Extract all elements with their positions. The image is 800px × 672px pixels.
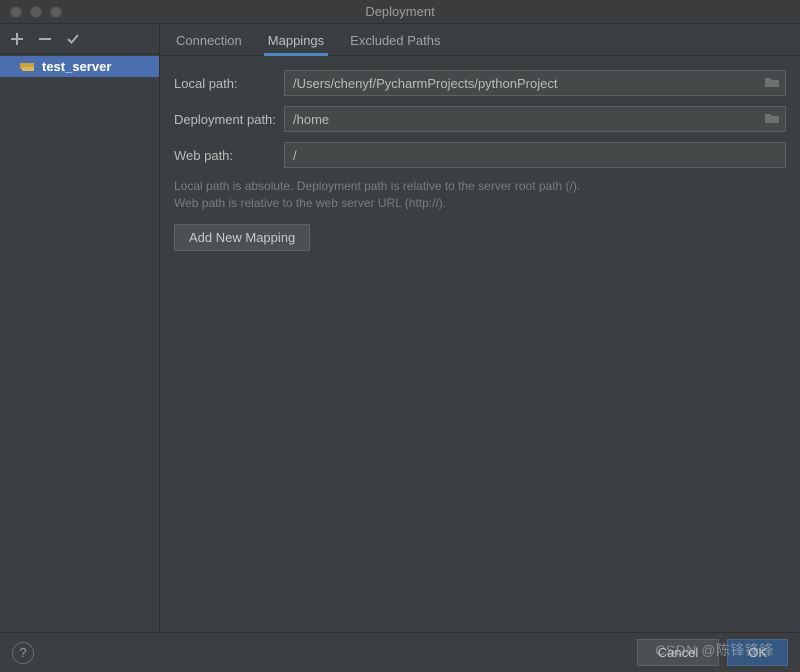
tab-mappings[interactable]: Mappings: [266, 25, 326, 55]
server-type-icon: [20, 61, 36, 73]
folder-icon[interactable]: [764, 111, 780, 128]
zoom-window-icon[interactable]: [50, 6, 62, 18]
server-item-label: test_server: [42, 59, 111, 74]
help-button[interactable]: ?: [12, 642, 34, 664]
titlebar: Deployment: [0, 0, 800, 24]
mappings-panel: Local path: Deployment path:: [160, 56, 800, 632]
hint-text: Local path is absolute. Deployment path …: [174, 178, 786, 212]
field-row-web-path: Web path:: [174, 142, 786, 168]
add-icon[interactable]: [10, 32, 24, 46]
web-path-label: Web path:: [174, 148, 284, 163]
cancel-button[interactable]: Cancel: [637, 639, 719, 666]
checkmark-icon[interactable]: [66, 32, 80, 46]
add-new-mapping-button[interactable]: Add New Mapping: [174, 224, 310, 251]
dialog-footer: ? Cancel OK: [0, 632, 800, 672]
hint-line-1: Local path is absolute. Deployment path …: [174, 179, 580, 193]
window-controls: [0, 6, 62, 18]
tabs: Connection Mappings Excluded Paths: [160, 24, 800, 56]
sidebar: test_server: [0, 24, 160, 632]
local-path-input[interactable]: [284, 70, 786, 96]
minimize-window-icon[interactable]: [30, 6, 42, 18]
field-row-deployment-path: Deployment path:: [174, 106, 786, 132]
window-title: Deployment: [0, 4, 800, 19]
tab-connection[interactable]: Connection: [174, 25, 244, 55]
main-panel: Connection Mappings Excluded Paths Local…: [160, 24, 800, 632]
folder-icon[interactable]: [764, 75, 780, 92]
server-item-test-server[interactable]: test_server: [0, 56, 159, 77]
sidebar-toolbar: [0, 24, 159, 54]
remove-icon[interactable]: [38, 32, 52, 46]
hint-line-2: Web path is relative to the web server U…: [174, 196, 446, 210]
ok-button[interactable]: OK: [727, 639, 788, 666]
field-row-local-path: Local path:: [174, 70, 786, 96]
deployment-path-label: Deployment path:: [174, 112, 284, 127]
server-list: test_server: [0, 54, 159, 632]
web-path-input[interactable]: [284, 142, 786, 168]
content-area: test_server Connection Mappings Excluded…: [0, 24, 800, 632]
deployment-path-input[interactable]: [284, 106, 786, 132]
tab-excluded-paths[interactable]: Excluded Paths: [348, 25, 442, 55]
close-window-icon[interactable]: [10, 6, 22, 18]
local-path-label: Local path:: [174, 76, 284, 91]
